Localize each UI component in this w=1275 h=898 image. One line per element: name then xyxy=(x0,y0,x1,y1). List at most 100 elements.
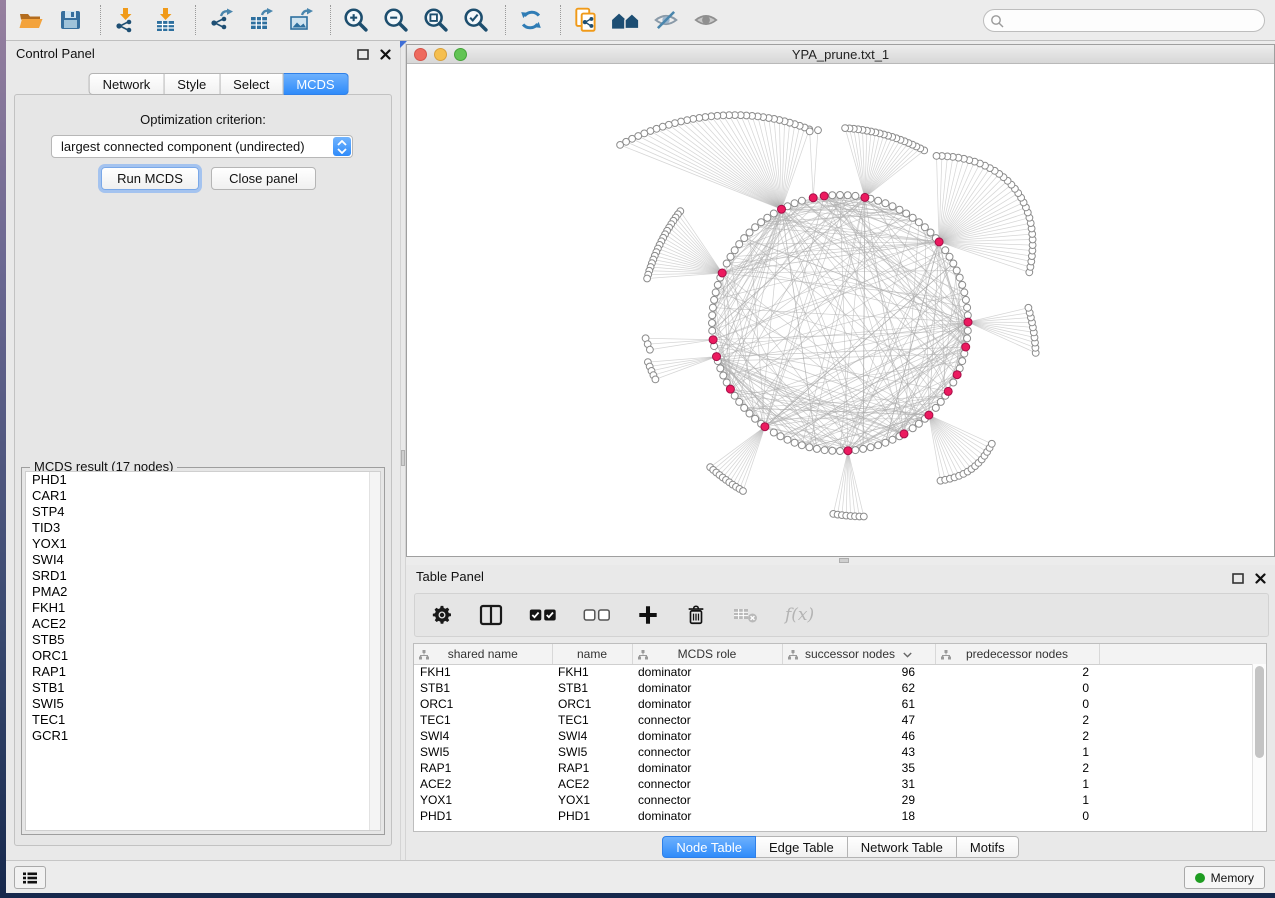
update-network-icon[interactable] xyxy=(516,5,546,35)
table-cell[interactable]: 29 xyxy=(782,792,935,808)
table-cell[interactable]: RAP1 xyxy=(414,760,552,776)
table-cell[interactable]: YOX1 xyxy=(414,792,552,808)
mcds-list-scrollbar[interactable] xyxy=(369,472,380,830)
memory-button[interactable]: Memory xyxy=(1184,866,1265,889)
network-canvas[interactable] xyxy=(407,64,1274,556)
column-header-shared-name[interactable]: shared name xyxy=(414,644,552,664)
table-cell[interactable]: 18 xyxy=(782,808,935,824)
tab-motifs[interactable]: Motifs xyxy=(957,836,1019,858)
table-cell[interactable]: ORC1 xyxy=(414,696,552,712)
tab-network-table[interactable]: Network Table xyxy=(848,836,957,858)
splitter-handle[interactable] xyxy=(839,558,849,563)
mcds-result-item[interactable]: TID3 xyxy=(26,520,380,536)
table-cell[interactable]: 31 xyxy=(782,776,935,792)
table-row[interactable]: TEC1TEC1connector472 xyxy=(414,712,1266,728)
table-cell[interactable]: connector xyxy=(632,792,782,808)
mcds-result-item[interactable]: SWI4 xyxy=(26,552,380,568)
hide-selected-icon[interactable] xyxy=(651,5,681,35)
table-row[interactable]: ACE2ACE2connector311 xyxy=(414,776,1266,792)
mcds-result-item[interactable]: STB1 xyxy=(26,680,380,696)
table-row[interactable]: FKH1FKH1dominator962 xyxy=(414,664,1266,680)
import-network-icon[interactable] xyxy=(111,5,141,35)
table-row[interactable]: RAP1RAP1dominator352 xyxy=(414,760,1266,776)
table-cell[interactable]: dominator xyxy=(632,728,782,744)
table-cell[interactable]: 0 xyxy=(935,696,1099,712)
table-cell[interactable]: 1 xyxy=(935,776,1099,792)
network-titlebar[interactable]: YPA_prune.txt_1 xyxy=(407,45,1274,64)
table-cell[interactable]: 35 xyxy=(782,760,935,776)
mcds-result-item[interactable]: PMA2 xyxy=(26,584,380,600)
table-cell[interactable]: 62 xyxy=(782,680,935,696)
table-cell[interactable]: connector xyxy=(632,776,782,792)
add-column-icon[interactable] xyxy=(637,600,659,630)
table-cell[interactable]: dominator xyxy=(632,760,782,776)
mcds-result-item[interactable]: GCR1 xyxy=(26,728,380,744)
export-image-icon[interactable] xyxy=(286,5,316,35)
table-cell[interactable]: 1 xyxy=(935,792,1099,808)
table-row[interactable]: PHD1PHD1dominator180 xyxy=(414,808,1266,824)
horizontal-splitter[interactable] xyxy=(406,557,1275,565)
task-history-button[interactable] xyxy=(14,866,46,889)
first-neighbors-icon[interactable] xyxy=(611,5,641,35)
table-cell[interactable]: PHD1 xyxy=(552,808,632,824)
column-header-mcds-role[interactable]: MCDS role xyxy=(632,644,782,664)
clone-network-icon[interactable] xyxy=(571,5,601,35)
search-field[interactable] xyxy=(983,9,1265,32)
mcds-result-item[interactable]: ORC1 xyxy=(26,648,380,664)
table-cell[interactable]: dominator xyxy=(632,680,782,696)
table-cell[interactable]: dominator xyxy=(632,808,782,824)
mcds-result-item[interactable]: TEC1 xyxy=(26,712,380,728)
table-cell[interactable]: PHD1 xyxy=(414,808,552,824)
table-cell[interactable]: YOX1 xyxy=(552,792,632,808)
table-row[interactable]: STB1STB1dominator620 xyxy=(414,680,1266,696)
table-row[interactable]: YOX1YOX1connector291 xyxy=(414,792,1266,808)
table-cell[interactable]: 2 xyxy=(935,712,1099,728)
run-mcds-button[interactable]: Run MCDS xyxy=(101,167,199,190)
table-scrollbar-thumb[interactable] xyxy=(1255,666,1264,758)
search-input[interactable] xyxy=(1008,14,1248,28)
close-panel-icon[interactable] xyxy=(378,47,392,61)
table-cell[interactable]: STB1 xyxy=(552,680,632,696)
show-column-panel-icon[interactable] xyxy=(479,600,503,630)
mcds-result-item[interactable]: STP4 xyxy=(26,504,380,520)
mcds-result-list[interactable]: PHD1CAR1STP4TID3YOX1SWI4SRD1PMA2FKH1ACE2… xyxy=(25,471,381,831)
float-panel-icon[interactable] xyxy=(356,47,370,61)
table-cell[interactable]: SWI5 xyxy=(552,744,632,760)
table-cell[interactable]: ACE2 xyxy=(414,776,552,792)
table-cell[interactable]: 96 xyxy=(782,664,935,680)
table-cell[interactable]: 61 xyxy=(782,696,935,712)
mcds-result-item[interactable]: FKH1 xyxy=(26,600,380,616)
table-cell[interactable]: FKH1 xyxy=(414,664,552,680)
table-cell[interactable]: connector xyxy=(632,712,782,728)
table-cell[interactable]: SWI4 xyxy=(414,728,552,744)
table-cell[interactable]: 2 xyxy=(935,664,1099,680)
tab-node-table[interactable]: Node Table xyxy=(662,836,756,858)
table-row[interactable]: SWI5SWI5connector431 xyxy=(414,744,1266,760)
deselect-all-icon[interactable] xyxy=(583,600,611,630)
tab-edge-table[interactable]: Edge Table xyxy=(756,836,848,858)
table-options-icon[interactable] xyxy=(431,600,453,630)
mcds-result-item[interactable]: SRD1 xyxy=(26,568,380,584)
tab-mcds[interactable]: MCDS xyxy=(283,73,348,95)
float-panel-icon[interactable] xyxy=(1231,571,1245,585)
table-cell[interactable]: 2 xyxy=(935,728,1099,744)
show-all-icon[interactable] xyxy=(691,5,721,35)
save-session-icon[interactable] xyxy=(56,5,86,35)
mcds-result-item[interactable]: PHD1 xyxy=(26,472,380,488)
table-cell[interactable]: 43 xyxy=(782,744,935,760)
table-cell[interactable]: connector xyxy=(632,744,782,760)
table-cell[interactable]: SWI4 xyxy=(552,728,632,744)
zoom-selected-icon[interactable] xyxy=(461,5,491,35)
table-cell[interactable]: STB1 xyxy=(414,680,552,696)
table-cell[interactable]: TEC1 xyxy=(552,712,632,728)
table-row[interactable]: ORC1ORC1dominator610 xyxy=(414,696,1266,712)
mcds-result-item[interactable]: STB5 xyxy=(26,632,380,648)
column-header-name[interactable]: name xyxy=(552,644,632,664)
table-cell[interactable]: dominator xyxy=(632,664,782,680)
mcds-result-item[interactable]: CAR1 xyxy=(26,488,380,504)
table-cell[interactable]: 46 xyxy=(782,728,935,744)
table-cell[interactable]: dominator xyxy=(632,696,782,712)
close-panel-button[interactable]: Close panel xyxy=(211,167,316,190)
zoom-in-icon[interactable] xyxy=(341,5,371,35)
table-cell[interactable]: 2 xyxy=(935,760,1099,776)
